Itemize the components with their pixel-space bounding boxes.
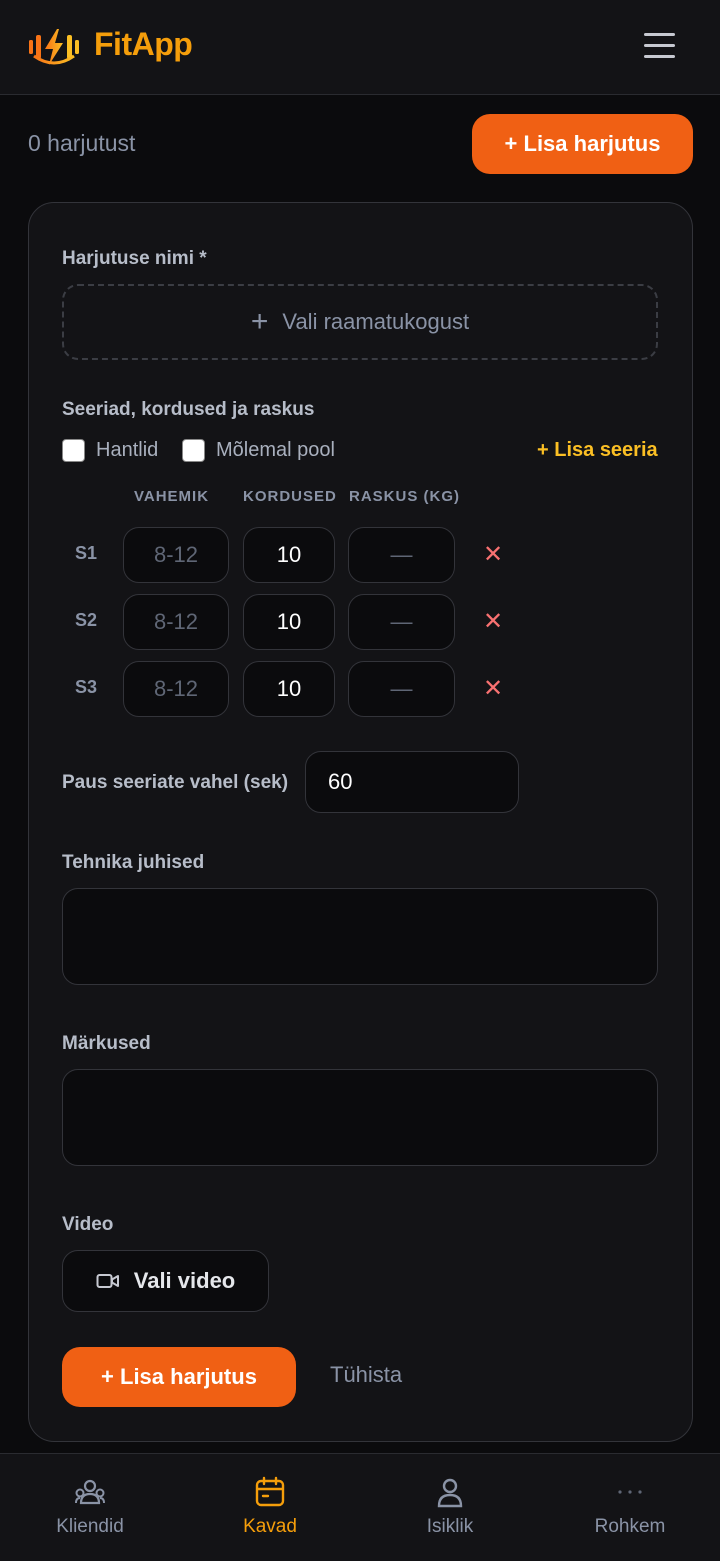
pick-from-library-button[interactable]: + Vali raamatukogust: [62, 284, 658, 360]
bottom-nav: Kliendid Kavad Isiklik Rohkem: [0, 1453, 720, 1561]
exercise-count: 0 harjutust: [28, 130, 136, 156]
nav-item-personal[interactable]: Isiklik: [360, 1454, 540, 1561]
column-range: VAHEMIK: [134, 488, 210, 505]
more-icon: [618, 1490, 642, 1494]
notes-label: Märkused: [62, 1033, 151, 1054]
exercise-name-label: Harjutuse nimi *: [62, 248, 207, 269]
app-title: FitApp: [94, 26, 193, 62]
delete-set-icon[interactable]: ✕: [481, 677, 505, 701]
app-header: FitApp: [0, 0, 720, 95]
users-icon: [75, 1479, 105, 1505]
range-input[interactable]: 8-12: [123, 661, 229, 717]
set-label: S3: [74, 677, 98, 697]
weight-input[interactable]: —: [348, 527, 455, 583]
nav-item-plans[interactable]: Kavad: [180, 1454, 360, 1561]
plus-icon: +: [250, 305, 269, 338]
dumbbells-label: Hantlid: [96, 439, 159, 461]
set-label: S1: [74, 543, 98, 563]
nav-label-plans: Kavad: [243, 1516, 297, 1537]
add-exercise-button[interactable]: + Lisa harjutus: [472, 114, 693, 174]
range-input[interactable]: 8-12: [123, 594, 229, 650]
both-sides-label: Mõlemal pool: [216, 439, 335, 461]
dumbbells-checkbox[interactable]: [62, 439, 85, 462]
reps-input[interactable]: 10: [243, 527, 335, 583]
column-weight: RASKUS (KG): [349, 488, 460, 505]
rest-input[interactable]: 60: [305, 751, 519, 813]
nav-label-more: Rohkem: [594, 1516, 666, 1537]
nav-label-clients: Kliendid: [56, 1516, 124, 1537]
range-input[interactable]: 8-12: [123, 527, 229, 583]
dumbbell-bolt-logo-icon: [29, 29, 79, 65]
submit-exercise-button[interactable]: + Lisa harjutus: [62, 1347, 296, 1407]
delete-set-icon[interactable]: ✕: [481, 543, 505, 567]
cancel-button[interactable]: Tühista: [330, 1362, 402, 1388]
user-icon: [437, 1478, 463, 1508]
technique-textarea[interactable]: [62, 888, 658, 985]
nav-item-clients[interactable]: Kliendid: [0, 1454, 180, 1561]
menu-icon[interactable]: [640, 30, 680, 64]
series-label: Seeriad, kordused ja raskus: [62, 399, 315, 420]
weight-input[interactable]: —: [348, 594, 455, 650]
video-label: Video: [62, 1214, 114, 1235]
weight-input[interactable]: —: [348, 661, 455, 717]
add-series-button[interactable]: + Lisa seeria: [537, 439, 658, 462]
column-reps: KORDUSED: [243, 488, 337, 505]
pick-video-button[interactable]: Vali video: [62, 1250, 269, 1312]
nav-label-personal: Isiklik: [426, 1516, 474, 1537]
set-label: S2: [74, 610, 98, 630]
nav-item-more[interactable]: Rohkem: [540, 1454, 720, 1561]
reps-input[interactable]: 10: [243, 661, 335, 717]
both-sides-checkbox[interactable]: [182, 439, 205, 462]
rest-label: Paus seeriate vahel (sek): [62, 772, 289, 793]
technique-label: Tehnika juhised: [62, 852, 205, 873]
video-camera-icon: [96, 1274, 119, 1288]
reps-input[interactable]: 10: [243, 594, 335, 650]
notes-textarea[interactable]: [62, 1069, 658, 1166]
pick-library-label: Vali raamatukogust: [282, 309, 470, 334]
pick-video-label: Vali video: [133, 1268, 236, 1293]
delete-set-icon[interactable]: ✕: [481, 610, 505, 634]
calendar-icon: [255, 1476, 285, 1507]
